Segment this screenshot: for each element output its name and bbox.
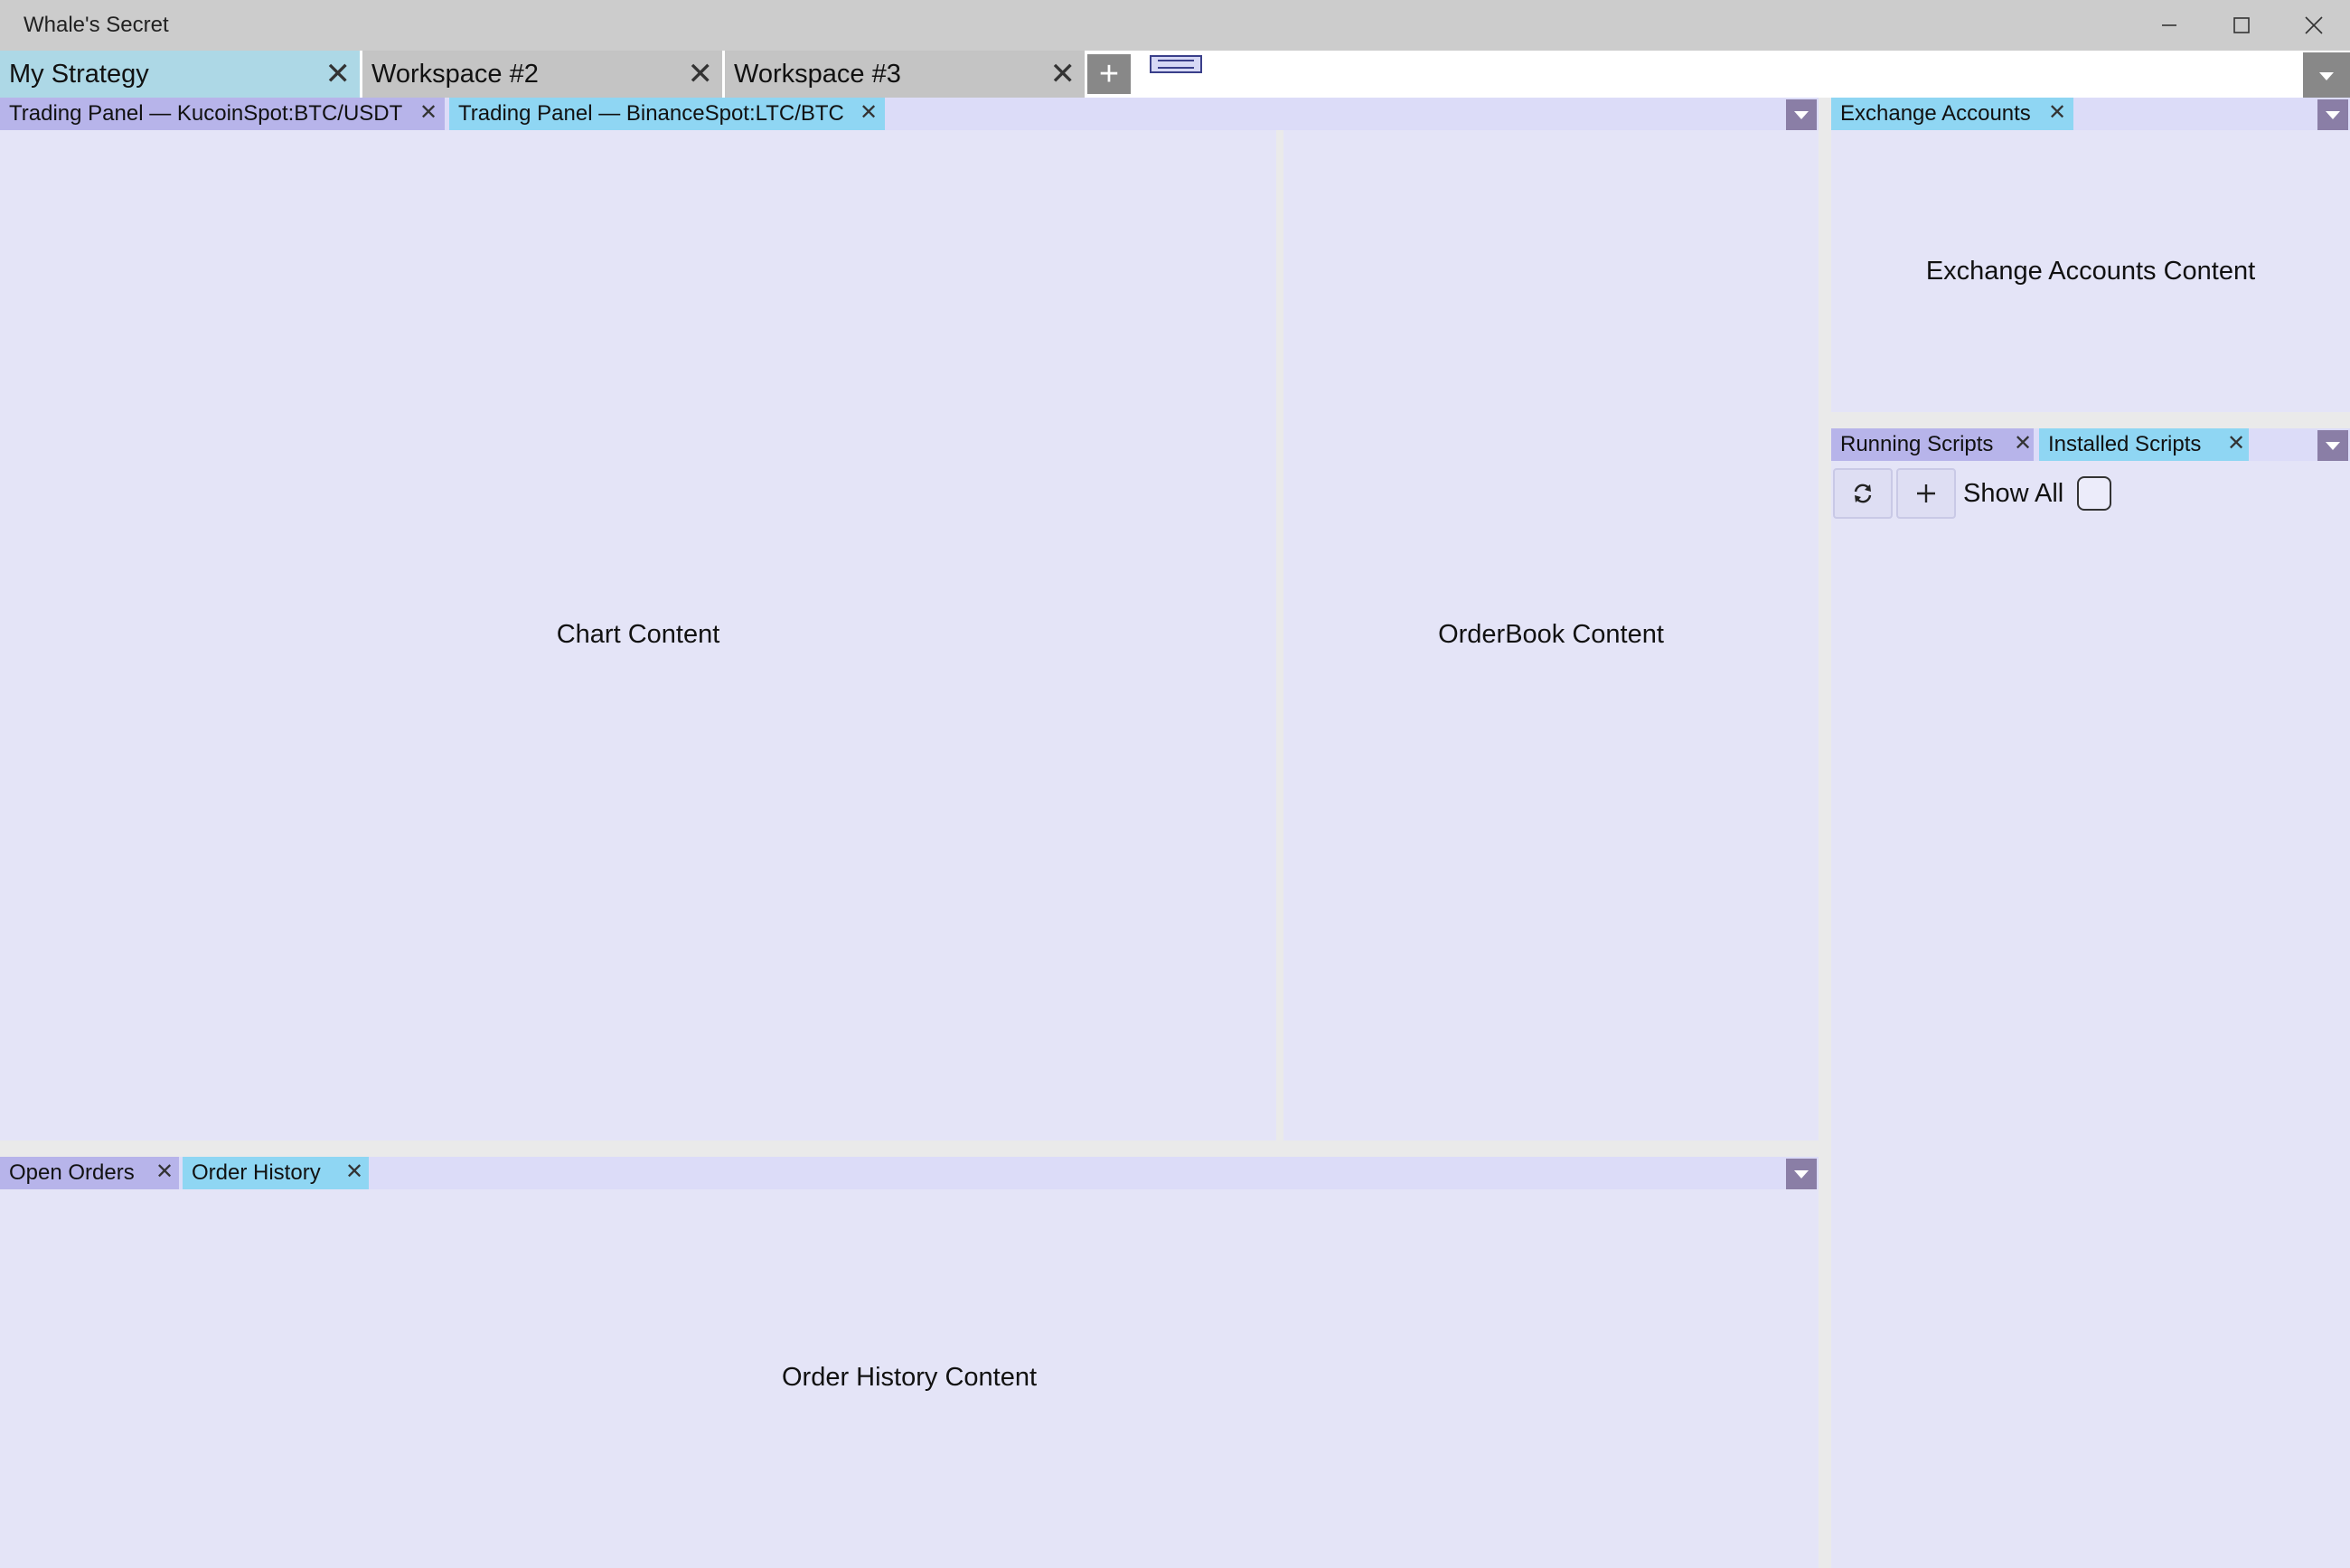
order-history-content: Order History Content xyxy=(781,1363,1038,1392)
add-workspace-button[interactable]: + xyxy=(1087,54,1131,94)
title-bar xyxy=(0,0,2350,51)
tab-exchange-accounts[interactable]: Exchange Accounts ✕ xyxy=(1831,98,2073,130)
close-icon[interactable]: ✕ xyxy=(419,99,437,126)
chart-content: Chart Content xyxy=(556,620,720,649)
tab-running-scripts[interactable]: Running Scripts ✕ xyxy=(1831,428,2034,461)
close-icon[interactable]: ✕ xyxy=(345,1159,363,1185)
orderbook-content: OrderBook Content xyxy=(1438,620,1664,649)
tab-label: Installed Scripts xyxy=(2048,432,2202,456)
workspace-tab-3[interactable]: Workspace #3 ✕ xyxy=(725,51,1085,98)
exchange-accounts-dropdown-button[interactable] xyxy=(2317,99,2348,130)
close-icon[interactable]: ✕ xyxy=(155,1159,174,1185)
close-icon[interactable]: ✕ xyxy=(688,56,714,92)
exchange-accounts-content: Exchange Accounts Content xyxy=(1925,257,2256,286)
close-icon[interactable]: ✕ xyxy=(325,56,352,92)
add-script-button[interactable] xyxy=(1896,468,1956,519)
maximize-button[interactable] xyxy=(2205,0,2278,51)
workspace-tab-label: My Strategy xyxy=(9,60,149,89)
workspace-tab-label: Workspace #2 xyxy=(371,60,539,89)
close-icon[interactable]: ✕ xyxy=(1050,56,1076,92)
close-window-button[interactable] xyxy=(2278,0,2350,51)
close-icon[interactable]: ✕ xyxy=(2227,430,2245,456)
orderbook-panel[interactable]: OrderBook Content xyxy=(1283,130,1819,1141)
chevron-down-icon xyxy=(2319,72,2334,80)
plus-icon: + xyxy=(1098,54,1120,93)
plus-icon xyxy=(1917,484,1935,502)
close-icon[interactable]: ✕ xyxy=(860,99,878,126)
tab-installed-scripts[interactable]: Installed Scripts ✕ xyxy=(2039,428,2249,461)
tab-label: Order History xyxy=(192,1160,321,1185)
show-all-checkbox[interactable] xyxy=(2077,476,2111,511)
refresh-button[interactable] xyxy=(1833,468,1893,519)
minimize-button[interactable] xyxy=(2133,0,2205,51)
trading-panel-dropdown-button[interactable] xyxy=(1786,99,1817,130)
chevron-down-icon xyxy=(2326,111,2340,119)
workspace-dropdown-button[interactable] xyxy=(2303,52,2350,98)
running-scripts-panel xyxy=(1831,461,2350,1568)
close-icon[interactable]: ✕ xyxy=(2014,430,2032,456)
tab-trading-panel-binance[interactable]: Trading Panel — BinanceSpot:LTC/BTC ✕ xyxy=(449,98,885,130)
chart-panel[interactable]: Chart Content xyxy=(0,130,1276,1141)
workspace-tab-my-strategy[interactable]: My Strategy ✕ xyxy=(0,51,360,98)
workspace-tab-label: Workspace #3 xyxy=(734,60,901,89)
tab-trading-panel-kucoin[interactable]: Trading Panel — KucoinSpot:BTC/USDT ✕ xyxy=(0,98,445,130)
tab-label: Trading Panel — BinanceSpot:LTC/BTC xyxy=(458,101,844,126)
workspace-tab-2[interactable]: Workspace #2 ✕ xyxy=(362,51,722,98)
maximize-icon xyxy=(2233,17,2250,33)
chevron-down-icon xyxy=(1794,111,1809,119)
tab-order-history[interactable]: Order History ✕ xyxy=(183,1157,369,1189)
tab-open-orders[interactable]: Open Orders ✕ xyxy=(0,1157,179,1189)
exchange-accounts-panel[interactable]: Exchange Accounts Content xyxy=(1831,130,2350,412)
tab-label: Exchange Accounts xyxy=(1840,101,2031,126)
window-title: Whale's Secret xyxy=(24,13,169,37)
show-all-label: Show All xyxy=(1963,479,2064,508)
tab-label: Running Scripts xyxy=(1840,432,1994,456)
tab-label: Trading Panel — KucoinSpot:BTC/USDT xyxy=(9,101,403,126)
close-icon xyxy=(2305,16,2323,34)
tab-label: Open Orders xyxy=(9,1160,135,1185)
orders-dropdown-button[interactable] xyxy=(1786,1159,1817,1189)
scripts-dropdown-button[interactable] xyxy=(2317,430,2348,461)
chevron-down-icon xyxy=(1794,1170,1809,1178)
minimize-icon xyxy=(2162,24,2176,26)
drag-handle-icon[interactable] xyxy=(1150,55,1202,73)
refresh-icon xyxy=(1854,484,1872,503)
order-history-panel[interactable]: Order History Content xyxy=(0,1189,1819,1568)
close-icon[interactable]: ✕ xyxy=(2048,99,2066,126)
chevron-down-icon xyxy=(2326,442,2340,450)
